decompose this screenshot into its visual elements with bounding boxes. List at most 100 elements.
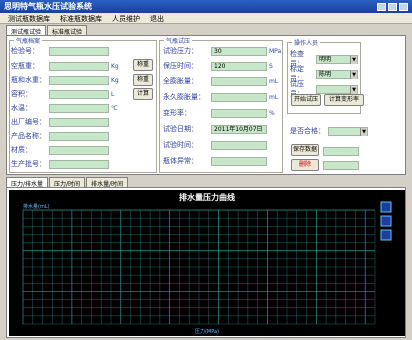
chart-ylabel: 排水量(mL) [23, 203, 50, 210]
chart-panel: 排水量压力曲线 排水量(mL) 压力(MPa) [6, 187, 406, 338]
pan-icon[interactable] [380, 215, 392, 227]
field-unit: mL [269, 93, 279, 101]
field-row: 试验日期： 2011年10月07日 [163, 124, 267, 134]
chart-title: 排水量压力曲线 [179, 192, 235, 202]
test-date-field[interactable]: 2011年10月07日 [211, 124, 267, 134]
field-label: 空瓶重： [11, 62, 39, 70]
menu-standard-db[interactable]: 标准瓶数据库 [60, 14, 102, 23]
field-row: 水温： ℃ [11, 103, 118, 113]
field-row: 材质： [11, 145, 109, 155]
qualified-select[interactable]: ▼ [328, 126, 368, 136]
field-row: 试验压力： 30 MPa [163, 46, 281, 56]
field-label: 材质： [11, 146, 32, 154]
pressure-volume-chart: 排水量压力曲线 排水量(mL) 压力(MPa) [9, 190, 405, 336]
close-icon[interactable] [399, 2, 408, 11]
window-title: 思明特气瓶水压试验系统 [4, 2, 92, 11]
field-row: 试验时间： [163, 140, 267, 150]
menu-bar: 测试瓶数据库 标准瓶数据库 人员维护 退出 [0, 13, 412, 24]
field-unit: mL [269, 77, 279, 85]
minimize-icon[interactable] [377, 2, 386, 11]
bottle-abnormal-field[interactable] [211, 156, 267, 166]
chart-svg: 排水量压力曲线 排水量(mL) 压力(MPa) [22, 192, 392, 335]
field-row: 产品名称： [11, 131, 109, 141]
delete-button[interactable]: 删除 [291, 159, 319, 171]
product-name-field[interactable] [49, 131, 109, 141]
field-row: 出厂编号： [11, 117, 109, 127]
reset-icon[interactable] [380, 229, 392, 241]
total-expansion-field[interactable] [211, 76, 267, 86]
calc-deformation-button[interactable]: 计算变形率 [324, 94, 364, 106]
delete-status-field [323, 161, 359, 170]
field-unit: ℃ [111, 104, 118, 112]
window-controls [377, 2, 408, 11]
weigh-empty-button[interactable]: 称重 [133, 59, 153, 71]
chart-xlabel: 压力(MPa) [195, 328, 219, 335]
test-pressure-field[interactable]: 30 [211, 46, 267, 56]
operator-group-title: 操作人员 [292, 38, 321, 47]
save-data-button[interactable]: 保存数据 [291, 144, 319, 156]
field-row: 检验号： [11, 46, 109, 56]
field-row: 生产批号： [11, 159, 109, 169]
field-row: 永久膨胀量： mL [163, 92, 278, 102]
maximize-icon[interactable] [388, 2, 397, 11]
field-label: 容积： [11, 90, 32, 98]
window-titlebar: 思明特气瓶水压试验系统 [0, 0, 412, 13]
select-value: 明明 [319, 55, 332, 63]
test-group: 气瓶试压 [159, 36, 283, 173]
field-label: 试验压力： [163, 47, 198, 55]
field-label: 出厂编号： [11, 118, 46, 126]
field-label: 变形率： [163, 109, 191, 117]
select-value: 陈明 [319, 70, 332, 78]
empty-weight-field[interactable] [49, 61, 109, 71]
field-row: 保压时间： 120 S [163, 61, 273, 71]
field-row: 瓶体异常： [163, 156, 267, 166]
chart-toolbar [380, 201, 392, 241]
save-status-field [323, 147, 359, 156]
field-label: 全膨胀量： [163, 77, 198, 85]
chart-grid [22, 209, 376, 325]
field-unit: Kg [111, 76, 119, 84]
menu-personnel[interactable]: 人员维护 [112, 14, 140, 23]
inspection-no-field[interactable] [49, 46, 109, 56]
material-field[interactable] [49, 145, 109, 155]
water-temp-field[interactable] [49, 103, 109, 113]
bottle-group-title: 气瓶档案 [14, 36, 43, 45]
tester-select[interactable]: ▼ [316, 84, 358, 94]
qualified-row: 是否合格： ▼ [290, 126, 368, 136]
main-panel: 气瓶档案 检验号： 空瓶重： Kg 瓶和水重： Kg 容积： L 水温： ℃ 出… [6, 35, 406, 175]
calibrator-select[interactable]: 陈明 ▼ [316, 69, 358, 79]
field-row: 容积： L [11, 89, 114, 99]
menu-exit[interactable]: 退出 [150, 14, 164, 23]
batch-no-field[interactable] [49, 159, 109, 169]
start-test-button[interactable]: 开始试压 [291, 94, 321, 106]
volume-field[interactable] [49, 89, 109, 99]
chevron-down-icon: ▼ [360, 127, 367, 136]
field-label: 保压时间： [163, 62, 198, 70]
field-row: 全膨胀量： mL [163, 76, 278, 86]
field-row: 空瓶重： Kg [11, 61, 119, 71]
permanent-expansion-field[interactable] [211, 92, 267, 102]
field-label: 水温： [11, 104, 32, 112]
field-unit: % [269, 109, 275, 117]
hold-time-field[interactable]: 120 [211, 61, 267, 71]
field-unit: Kg [111, 62, 119, 70]
field-unit: S [269, 62, 273, 70]
test-group-title: 气瓶试压 [164, 36, 193, 45]
field-label: 检验号： [11, 47, 39, 55]
field-row: 变形率： % [163, 108, 275, 118]
serial-no-field[interactable] [49, 117, 109, 127]
deformation-rate-field[interactable] [211, 108, 267, 118]
bottle-water-weight-field[interactable] [49, 75, 109, 85]
test-time-field[interactable] [211, 140, 267, 150]
field-label: 瓶体异常： [163, 157, 198, 165]
field-label: 永久膨胀量： [163, 93, 205, 101]
field-row: 瓶和水重： Kg [11, 75, 119, 85]
field-unit: L [111, 90, 115, 98]
inspector-select[interactable]: 明明 ▼ [316, 54, 358, 64]
chevron-down-icon: ▼ [350, 55, 357, 64]
field-label: 瓶和水重： [11, 76, 46, 84]
calc-volume-button[interactable]: 计算 [133, 88, 153, 100]
weigh-full-button[interactable]: 称重 [133, 74, 153, 86]
zoom-icon[interactable] [380, 201, 392, 213]
menu-test-db[interactable]: 测试瓶数据库 [8, 14, 50, 23]
